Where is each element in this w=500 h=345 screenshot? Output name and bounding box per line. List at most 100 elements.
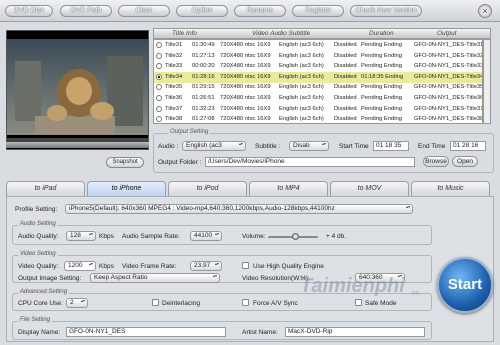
select-radio[interactable] [156, 105, 162, 112]
safe-mode-checkbox[interactable] [355, 299, 362, 306]
output-folder-field[interactable]: /Users/Dev/Movies/iPhone [205, 157, 415, 167]
row-time: 01:26:51 [192, 95, 215, 101]
file-setting-legend: File Setting [18, 317, 53, 323]
row-audio: English (ac3 6ch) [279, 73, 324, 80]
title-list: Title31 01:30:49 720X480 ntsc 16X9 English … [153, 39, 483, 124]
output-setting-group [153, 133, 494, 173]
cpu-core-use-label: CPU Core Use: [18, 300, 63, 307]
subtitle-select[interactable]: Disab [289, 141, 329, 151]
clear-button[interactable]: Clear [118, 5, 170, 17]
volume-label: Volume: [242, 233, 266, 240]
list-scrollbar[interactable] [483, 39, 491, 124]
cpu-core-use-select[interactable]: 2 [66, 298, 88, 308]
row-audio: English (ac3 6ch) [279, 63, 324, 70]
start-time-field[interactable]: 01 18 35 [373, 141, 409, 151]
audio-sample-rate-select[interactable]: 44100 [190, 231, 222, 241]
row-duration: Pending Ending [361, 116, 402, 123]
row-output: GFO-0N-NY1_DES-Title38 [414, 116, 483, 123]
artist-name-field[interactable]: MacX-DVD-Rip [285, 327, 425, 337]
browse-button[interactable]: Browse [423, 156, 449, 167]
display-name-label: Display Name: [18, 329, 61, 336]
tab-to-ipod[interactable]: to iPod [168, 181, 247, 196]
select-radio[interactable] [156, 116, 162, 123]
row-duration: Pending Ending [361, 95, 402, 101]
video-quality-select[interactable]: 1200 [64, 261, 96, 271]
row-title: Title35 [165, 84, 183, 91]
select-radio[interactable] [156, 63, 162, 70]
title-row[interactable]: Title37 01:32:23 720X480 ntsc 16X9 English … [154, 104, 482, 115]
register-button[interactable]: Register [292, 5, 344, 17]
open-button[interactable]: Open [452, 156, 478, 167]
high-quality-engine-checkbox[interactable] [242, 262, 249, 269]
start-button[interactable]: Start [437, 257, 493, 313]
tab-to-ipad[interactable]: to iPad [6, 181, 85, 196]
safe-mode-label: Safe Mode [365, 300, 397, 307]
row-video: 720X480 ntsc 16X9 [220, 73, 271, 80]
select-radio[interactable] [156, 73, 162, 80]
audio-quality-label: Audio Quality: [18, 233, 59, 240]
artist-name-label: Artist Name: [242, 329, 278, 336]
row-time: 01:28:16 [192, 73, 215, 80]
audio-kbps-label: Kbps [99, 233, 114, 240]
profile-select[interactable]: iPhone5(Default): 640x360 MPEG4 : Video-… [65, 204, 413, 214]
rename-button[interactable]: Rename [234, 5, 286, 17]
title-row[interactable]: Title34 01:28:16 720X480 ntsc 16X9 English … [154, 71, 483, 83]
audio-setting-legend: Audio Setting [18, 221, 58, 227]
snapshot-button[interactable]: Snapshot [106, 157, 144, 168]
volume-value: + 4 db. [326, 233, 347, 240]
row-output: GFO-0N-NY1_DES-Title33 [414, 63, 483, 70]
select-radio[interactable] [156, 84, 162, 91]
title-row[interactable]: Title32 01:27:13 720X480 ntsc 16X9 English … [154, 51, 482, 62]
audio-sample-rate-label: Audio Sample Rate: [122, 233, 180, 240]
title-row[interactable]: Title36 01:26:51 720X480 ntsc 16X9 English … [154, 93, 483, 104]
row-output: GFO-0N-NY1_DES-Title36 [414, 95, 483, 101]
tab-to-music[interactable]: to Music [411, 181, 490, 196]
playback-scrubber[interactable] [6, 142, 149, 148]
tab-to-mov[interactable]: to MOV [330, 181, 409, 196]
output-folder-label: Output Folder : [158, 159, 202, 166]
force-av-sync-checkbox[interactable] [242, 299, 249, 306]
display-name-field[interactable]: GFO-0N-NY1_DES [66, 327, 226, 337]
check-new-version-button[interactable]: Check New Version [350, 5, 422, 17]
audio-track-select[interactable]: English (ac3 [182, 141, 246, 151]
title-row[interactable]: Title38 01:27:08 720X480 ntsc 16X9 English … [154, 114, 483, 123]
video-frame-rate-label: Video Frame Rate: [122, 263, 177, 270]
dvd-disc-button[interactable]: DVD Disc [5, 5, 53, 17]
video-frame-rate-select[interactable]: 23.97 [190, 261, 222, 271]
row-time: 00:00:20 [192, 63, 215, 70]
volume-slider-knob[interactable] [292, 233, 299, 240]
title-row[interactable]: Title33 00:00:20 720X480 ntsc 16X9 English … [154, 61, 483, 72]
row-subtitle: Disabled [334, 116, 357, 123]
row-audio: English (ac3 6ch) [279, 84, 324, 91]
row-title: Title36 [165, 95, 183, 101]
title-row[interactable]: Title31 01:30:49 720X480 ntsc 16X9 English … [154, 40, 482, 51]
row-subtitle: Disabled [334, 73, 357, 80]
header-output: Output [437, 30, 457, 37]
select-radio[interactable] [156, 52, 162, 59]
deinterlacing-label: Deinterlacing [162, 300, 200, 307]
audio-label: Audio : [158, 143, 179, 150]
row-output: GFO-0N-NY1_DES-Title34 [414, 73, 483, 80]
tab-to-iphone[interactable]: to iPhone [87, 181, 166, 196]
subtitle-label: Subtitle : [255, 143, 281, 150]
title-row[interactable]: Title35 01:29:15 720X480 ntsc 16X9 English … [154, 82, 482, 93]
row-subtitle: Disabled [334, 95, 357, 101]
row-duration: Pending Ending [361, 84, 402, 91]
deinterlacing-checkbox[interactable] [152, 299, 159, 306]
dvd-path-button[interactable]: DVD Path [60, 5, 112, 17]
profile-tabs: to iPad to iPhone to iPod to MP4 to MOV to Mu… [6, 181, 494, 196]
end-time-field[interactable]: 01 28 16 [450, 141, 486, 151]
select-radio[interactable] [156, 95, 162, 101]
row-audio: English (ac3 6ch) [279, 52, 324, 59]
title-list-header: Title Info Video Audio Subtitle Duration… [153, 28, 491, 39]
select-radio[interactable] [156, 42, 162, 48]
option-button[interactable]: Option [176, 5, 228, 17]
start-time-label: Start Time [339, 143, 369, 150]
output-image-setting-select[interactable]: Keep Aspect Ratio [90, 273, 220, 283]
tab-to-mp4[interactable]: to MP4 [249, 181, 328, 196]
output-image-setting-label: Output Image Setting: [18, 275, 82, 282]
close-icon[interactable]: × [478, 4, 492, 18]
row-video: 720X480 ntsc 16X9 [220, 63, 271, 70]
audio-quality-select[interactable]: 128 [66, 231, 96, 241]
advanced-setting-legend: Advanced Setting [18, 289, 70, 295]
